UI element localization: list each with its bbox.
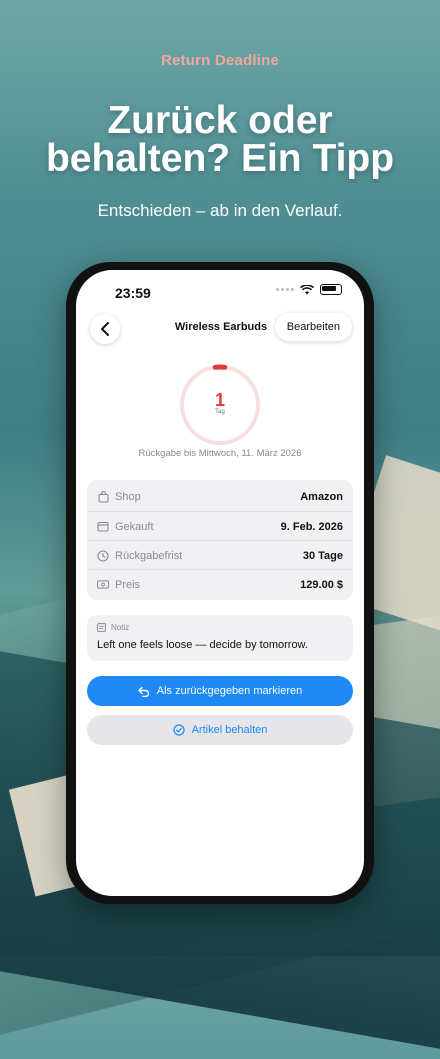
app-screen: 23:59 Wireless Earbuds Bearbeiten 1 Tag … [76,270,364,896]
deadline-text: Rückgabe bis Mittwoch, 11. März 2026 [76,448,364,459]
status-icons [276,284,342,295]
detail-value: Amazon [300,491,343,503]
note-icon [97,623,106,632]
note-header: Notiz [97,623,129,632]
detail-label: Gekauft [115,521,154,533]
detail-label: Shop [115,491,141,503]
edit-button[interactable]: Bearbeiten [275,313,352,341]
detail-label: Rückgabefrist [115,550,182,562]
days-remaining: 1 [178,390,262,411]
detail-row-price: Preis 129.00 $ [87,569,353,599]
mark-returned-button[interactable]: Als zurückgegeben markieren [87,676,353,706]
wifi-icon [300,285,314,295]
note-label: Notiz [111,623,129,632]
details-card: Shop Amazon Gekauft 9. Feb. 2026 Rückgab… [87,480,353,600]
headline-line: Zurück oder [0,102,440,140]
page-title: Wireless Earbuds [166,321,276,333]
undo-arrow-icon [138,686,150,697]
signal-icon [276,288,294,291]
days-unit: Tag [178,409,262,415]
detail-label: Preis [115,579,140,591]
banknote-icon [97,579,109,591]
detail-value: 30 Tage [303,550,343,562]
clock-icon [97,550,109,562]
chevron-left-icon [100,322,110,336]
eyebrow-label: Return Deadline [0,52,440,69]
note-card: Notiz Left one feels loose — decide by t… [87,615,353,661]
detail-value: 129.00 $ [300,579,343,591]
subline: Entschieden – ab in den Verlauf. [0,201,440,221]
detail-value: 9. Feb. 2026 [281,521,343,533]
battery-icon [320,284,342,295]
keep-item-button[interactable]: Artikel behalten [87,715,353,745]
calendar-icon [97,521,109,533]
detail-row-purchased: Gekauft 9. Feb. 2026 [87,511,353,541]
keep-item-label: Artikel behalten [192,724,268,736]
note-text: Left one feels loose — decide by tomorro… [97,639,308,651]
back-button[interactable] [90,314,120,344]
bag-icon [97,491,109,503]
status-time: 23:59 [115,285,151,301]
detail-row-shop: Shop Amazon [87,482,353,511]
mark-returned-label: Als zurückgegeben markieren [157,685,303,697]
detail-row-return-window: Rückgabefrist 30 Tage [87,540,353,570]
headline-line: behalten? Ein Tipp [0,140,440,178]
checkmark-seal-icon [173,724,185,736]
phone-frame: 23:59 Wireless Earbuds Bearbeiten 1 Tag … [66,262,374,904]
headline: Zurück oder behalten? Ein Tipp [0,102,440,178]
